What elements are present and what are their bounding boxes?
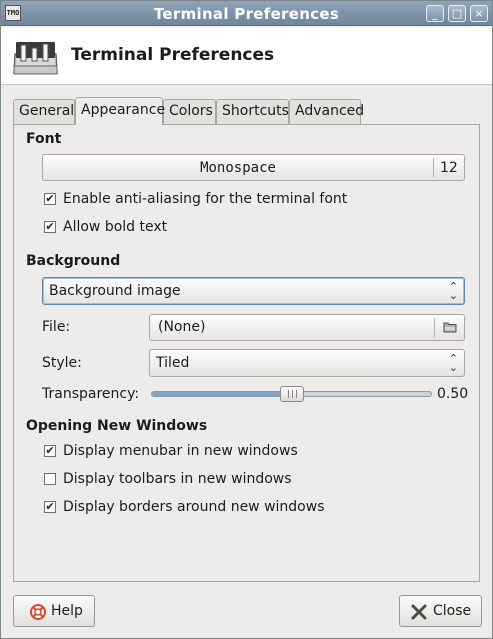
- background-type-combo[interactable]: Background image ⌃ ⌄: [42, 277, 465, 305]
- help-button[interactable]: Help: [13, 595, 95, 627]
- style-value: Tiled: [156, 355, 190, 371]
- close-window-button[interactable]: ×: [470, 5, 488, 22]
- background-style-combo[interactable]: Tiled ⌃ ⌄: [149, 349, 465, 377]
- close-button-label: Close: [433, 603, 472, 619]
- antialias-checkbox[interactable]: ✔: [44, 193, 56, 205]
- font-section-heading: Font: [26, 131, 62, 147]
- transparency-slider-fill: [152, 392, 292, 396]
- background-type-value: Background image: [49, 283, 181, 299]
- transparency-label: Transparency:: [42, 386, 140, 402]
- bold-text-checkbox[interactable]: ✔: [44, 221, 56, 233]
- toolbars-label[interactable]: Display toolbars in new windows: [63, 471, 292, 487]
- menubar-label[interactable]: Display menubar in new windows: [63, 443, 298, 459]
- tab-advanced[interactable]: Advanced: [289, 99, 364, 124]
- antialias-label[interactable]: Enable anti-aliasing for the terminal fo…: [63, 191, 347, 207]
- combo-arrows-icon: ⌃ ⌄: [448, 280, 458, 302]
- borders-label[interactable]: Display borders around new windows: [63, 499, 325, 515]
- help-button-label: Help: [51, 603, 83, 619]
- combo-arrows-icon: ⌃ ⌄: [448, 352, 458, 374]
- file-value: (None): [158, 319, 206, 335]
- close-button[interactable]: Close: [399, 595, 482, 627]
- preferences-window: TMO Terminal Preferences _ □ × Terminal …: [0, 0, 493, 639]
- style-label: Style:: [42, 355, 82, 371]
- maximize-button[interactable]: □: [448, 5, 466, 22]
- title-bar[interactable]: TMO Terminal Preferences _ □ ×: [1, 1, 492, 26]
- transparency-slider-handle[interactable]: [280, 386, 304, 402]
- font-size: 12: [440, 160, 458, 176]
- new-windows-section-heading: Opening New Windows: [26, 418, 208, 434]
- font-name: Monospace: [200, 160, 276, 176]
- transparency-value: 0.50: [437, 386, 469, 402]
- background-section-heading: Background: [26, 253, 121, 269]
- tab-colors[interactable]: Colors: [163, 99, 216, 124]
- borders-checkbox[interactable]: ✔: [44, 501, 56, 513]
- toolbars-checkbox[interactable]: [44, 473, 56, 485]
- menubar-checkbox[interactable]: ✔: [44, 445, 56, 457]
- close-x-icon: [411, 604, 427, 620]
- folder-icon: [443, 322, 457, 333]
- minimize-button[interactable]: _: [426, 5, 444, 22]
- window-title: Terminal Preferences: [153, 5, 340, 23]
- bold-text-label[interactable]: Allow bold text: [63, 219, 167, 235]
- help-lifebuoy-icon: [30, 604, 46, 620]
- page-title: Terminal Preferences: [71, 45, 275, 65]
- file-label: File:: [42, 319, 71, 335]
- font-picker-button[interactable]: Monospace 12: [42, 154, 465, 181]
- dialog-header: Terminal Preferences: [1, 27, 492, 85]
- transparency-slider[interactable]: [151, 386, 432, 402]
- file-chooser-divider: [434, 318, 435, 337]
- tab-appearance[interactable]: Appearance: [75, 97, 165, 125]
- font-size-divider: [433, 158, 434, 177]
- preferences-sliders-icon: [13, 42, 58, 75]
- background-file-chooser[interactable]: (None): [149, 314, 465, 341]
- appearance-panel: Font Monospace 12 ✔ Enable anti-aliasing…: [13, 124, 480, 582]
- tab-shortcuts[interactable]: Shortcuts: [216, 99, 289, 124]
- tab-general[interactable]: General: [13, 99, 75, 124]
